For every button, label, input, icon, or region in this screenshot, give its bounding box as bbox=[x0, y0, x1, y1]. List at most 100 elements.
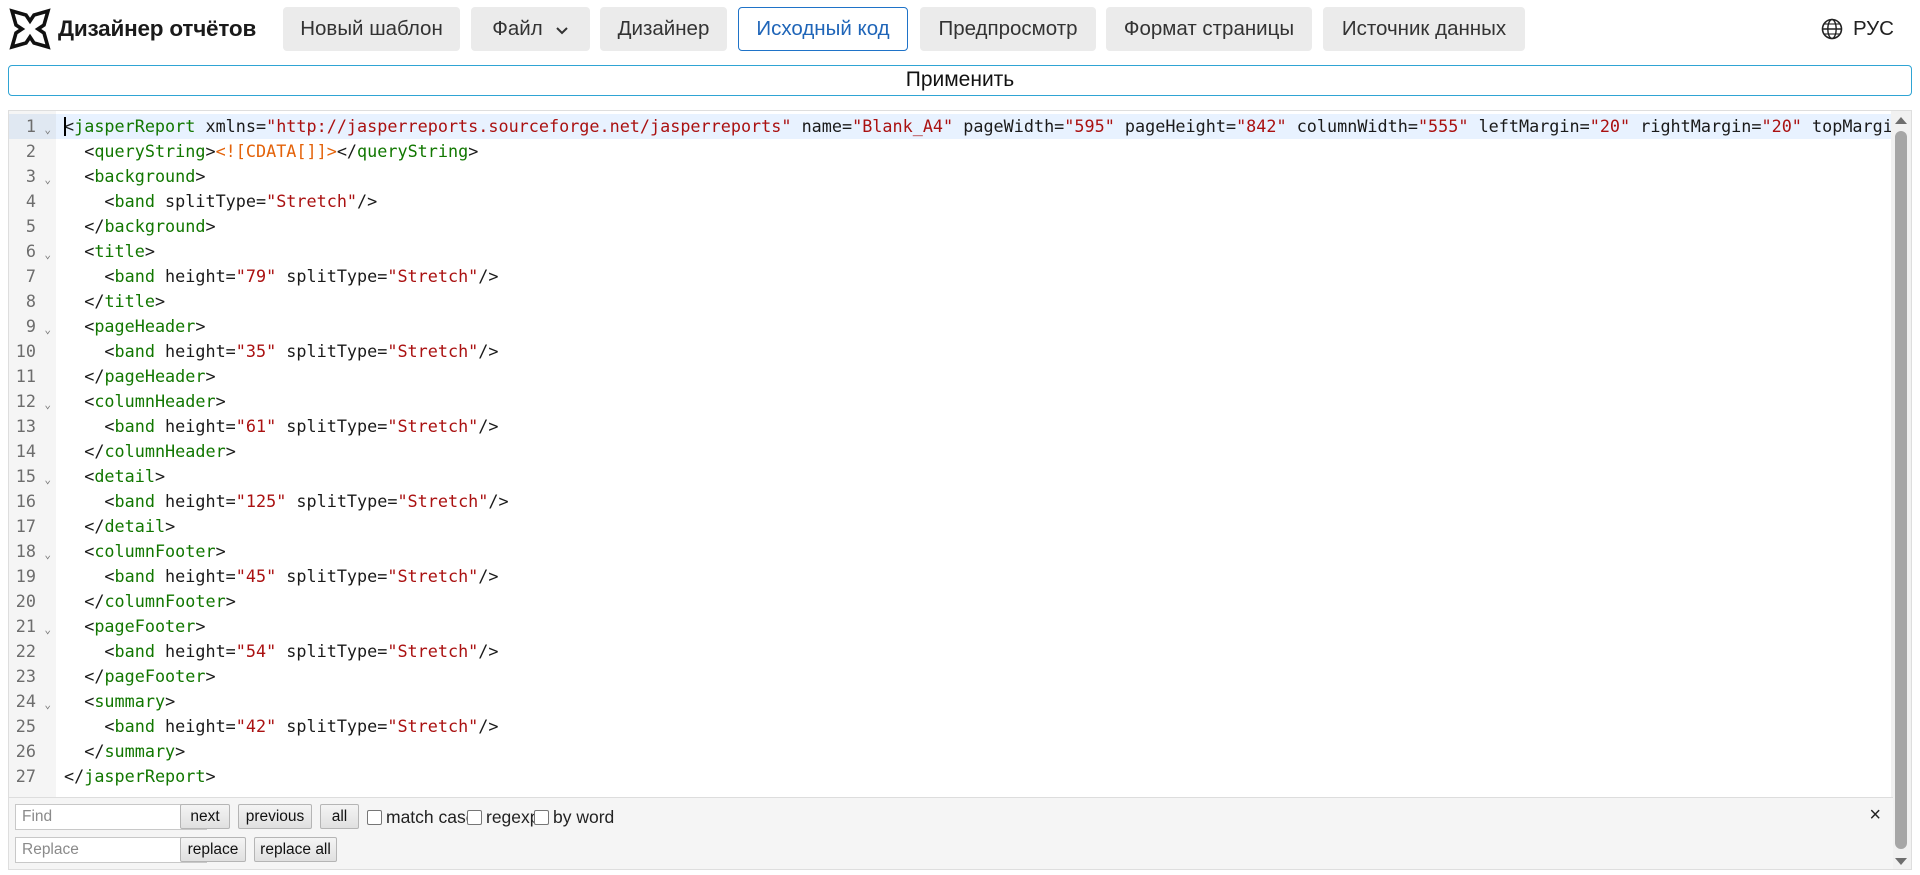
close-search-icon[interactable]: × bbox=[1869, 804, 1881, 827]
code-token: /> bbox=[478, 566, 499, 586]
code-line[interactable]: <detail> bbox=[56, 464, 1893, 489]
code-line[interactable]: <queryString><![CDATA[]]></queryString> bbox=[56, 139, 1893, 164]
file-menu-button[interactable]: Файл bbox=[471, 7, 590, 51]
code-token: /> bbox=[478, 716, 499, 736]
code-token: detail bbox=[104, 516, 166, 536]
code-token: "Stretch" bbox=[387, 641, 479, 661]
line-number-label: 14 bbox=[15, 441, 36, 461]
match-case-checkbox[interactable] bbox=[367, 809, 382, 825]
match-case-option[interactable]: match case bbox=[367, 807, 475, 827]
code-line[interactable]: </title> bbox=[56, 289, 1893, 314]
line-number: 4 bbox=[9, 189, 56, 214]
code-token: "Blank_A4" bbox=[852, 116, 954, 136]
by-word-checkbox[interactable] bbox=[534, 809, 549, 825]
line-number: 14 bbox=[9, 439, 56, 464]
line-number-gutter: 1 ⌄ 2 3 ⌄ 4 5 6 ⌄ 7 8 9 ⌄ 10 11 12 ⌄ 13 14 15 ⌄ 16 17 18 ⌄ 19 20 21… bbox=[9, 111, 56, 797]
replace-all-button[interactable]: replace all bbox=[254, 837, 337, 862]
code-token: "54" bbox=[235, 641, 277, 661]
line-number-label: 1 bbox=[25, 116, 36, 136]
code-token: splitType= bbox=[276, 716, 388, 736]
tab-page-format[interactable]: Формат страницы bbox=[1106, 7, 1312, 51]
line-number: 21 ⌄ bbox=[9, 614, 56, 639]
find-input[interactable] bbox=[15, 804, 207, 830]
code-line[interactable]: </detail> bbox=[56, 514, 1893, 539]
tab-preview[interactable]: Предпросмотр bbox=[920, 7, 1096, 51]
code-line[interactable]: <band height="42" splitType="Stretch"/> bbox=[56, 714, 1893, 739]
code-token: > bbox=[205, 766, 216, 786]
code-line[interactable]: </background> bbox=[56, 214, 1893, 239]
line-number-label: 25 bbox=[15, 716, 36, 736]
scroll-up-arrow-icon[interactable] bbox=[1895, 117, 1907, 124]
code-line[interactable]: <summary> bbox=[56, 689, 1893, 714]
find-previous-button[interactable]: previous bbox=[238, 804, 312, 829]
code-content[interactable]: <jasperReport xmlns="http://jasperreport… bbox=[56, 111, 1893, 797]
code-token: splitType= bbox=[276, 566, 388, 586]
code-line-text: </pageFooter> bbox=[64, 664, 215, 689]
code-line[interactable]: <background> bbox=[56, 164, 1893, 189]
code-line-text: </jasperReport> bbox=[64, 764, 216, 789]
code-line[interactable]: <columnHeader> bbox=[56, 389, 1893, 414]
tab-source-code[interactable]: Исходный код bbox=[738, 7, 908, 51]
code-token: height= bbox=[154, 266, 236, 286]
regexp-option[interactable]: regexp bbox=[467, 807, 540, 827]
code-line[interactable]: <band splitType="Stretch"/> bbox=[56, 189, 1893, 214]
line-number: 27 bbox=[9, 764, 56, 789]
line-number: 10 bbox=[9, 339, 56, 364]
regexp-checkbox[interactable] bbox=[467, 809, 482, 825]
code-token: > bbox=[205, 141, 216, 161]
code-line[interactable]: <band height="79" splitType="Stretch"/> bbox=[56, 264, 1893, 289]
code-line[interactable]: <jasperReport xmlns="http://jasperreport… bbox=[56, 114, 1893, 139]
code-token: "Stretch" bbox=[387, 566, 479, 586]
code-line[interactable]: <band height="35" splitType="Stretch"/> bbox=[56, 339, 1893, 364]
code-line[interactable]: <columnFooter> bbox=[56, 539, 1893, 564]
code-line[interactable]: </jasperReport> bbox=[56, 764, 1893, 789]
code-token: "125" bbox=[235, 491, 287, 511]
code-token: band bbox=[114, 566, 155, 586]
vertical-scrollbar[interactable] bbox=[1891, 111, 1911, 869]
code-line[interactable]: <band height="61" splitType="Stretch"/> bbox=[56, 414, 1893, 439]
report-designer-logo-icon bbox=[9, 8, 51, 50]
replace-input[interactable] bbox=[15, 837, 207, 863]
code-line[interactable]: </pageFooter> bbox=[56, 664, 1893, 689]
by-word-label: by word bbox=[553, 806, 615, 827]
code-line[interactable]: <pageHeader> bbox=[56, 314, 1893, 339]
code-line[interactable]: </pageHeader> bbox=[56, 364, 1893, 389]
code-line[interactable]: <band height="125" splitType="Stretch"/> bbox=[56, 489, 1893, 514]
code-line[interactable]: </summary> bbox=[56, 739, 1893, 764]
code-line[interactable]: </columnHeader> bbox=[56, 439, 1893, 464]
scrollbar-thumb[interactable] bbox=[1895, 131, 1907, 849]
code-token: < bbox=[104, 491, 115, 511]
code-token: pageFooter bbox=[104, 666, 206, 686]
code-token: < bbox=[104, 566, 115, 586]
by-word-option[interactable]: by word bbox=[534, 807, 614, 827]
code-line[interactable]: <title> bbox=[56, 239, 1893, 264]
tab-data-source[interactable]: Источник данных bbox=[1323, 7, 1525, 51]
code-token: "45" bbox=[235, 566, 277, 586]
scroll-down-arrow-icon[interactable] bbox=[1895, 858, 1907, 865]
new-template-button[interactable]: Новый шаблон bbox=[283, 7, 460, 51]
code-line-text: <band height="79" splitType="Stretch"/> bbox=[64, 264, 498, 289]
find-next-button[interactable]: next bbox=[180, 804, 230, 829]
code-token: splitType= bbox=[276, 341, 388, 361]
code-token: > bbox=[165, 691, 176, 711]
code-line[interactable]: <pageFooter> bbox=[56, 614, 1893, 639]
find-all-button[interactable]: all bbox=[320, 804, 359, 829]
code-editor[interactable]: 1 ⌄ 2 3 ⌄ 4 5 6 ⌄ 7 8 9 ⌄ 10 11 12 ⌄ 13 14 15 ⌄ 16 17 18 ⌄ 19 20 21… bbox=[8, 110, 1912, 870]
code-token: columnFooter bbox=[94, 541, 216, 561]
language-selector[interactable]: РУС bbox=[1821, 13, 1894, 45]
code-token: /> bbox=[478, 416, 499, 436]
replace-button[interactable]: replace bbox=[180, 837, 246, 862]
tab-designer[interactable]: Дизайнер bbox=[600, 7, 727, 51]
code-line[interactable]: </columnFooter> bbox=[56, 589, 1893, 614]
code-line[interactable]: <band height="45" splitType="Stretch"/> bbox=[56, 564, 1893, 589]
code-token: "20" bbox=[1589, 116, 1631, 136]
code-line[interactable]: <band height="54" splitType="Stretch"/> bbox=[56, 639, 1893, 664]
apply-button[interactable]: Применить bbox=[8, 65, 1912, 96]
